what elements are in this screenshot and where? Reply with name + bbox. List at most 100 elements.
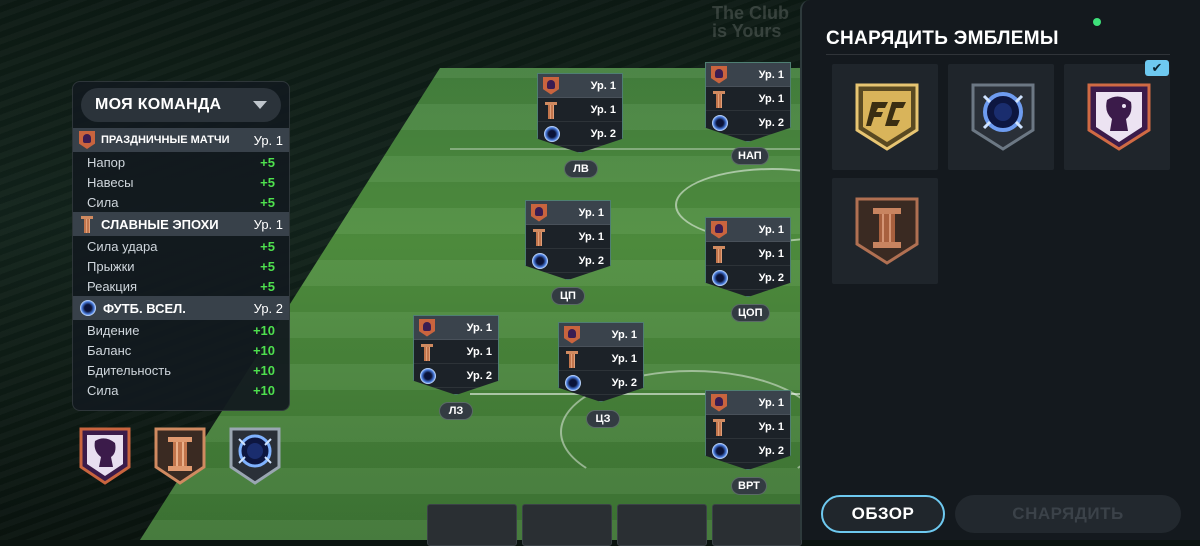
player-chem-row: Ур. 1 [538,98,622,122]
player-card[interactable]: Ур. 1 Ур. 1 Ур. 2 [558,322,644,402]
review-button[interactable]: ОБЗОР [821,495,945,533]
player-chem-level: Ур. 2 [758,271,784,284]
player-chem-row: Ур. 1 [706,63,790,87]
column-icon [531,228,547,246]
player-chem-row: Ур. 1 [559,347,643,371]
player-chem-level: Ур. 2 [611,376,637,389]
panel-title: СНАРЯДИТЬ ЭМБЛЕМЫ [826,28,1059,49]
category-level: Ур. 1 [253,132,283,148]
stat-row: Видение +10 [73,320,289,340]
player-chem-level: Ур. 2 [590,127,616,140]
player-chem-row: Ур. 1 [414,340,498,364]
equipped-emblem-column[interactable] [154,427,206,485]
player-card[interactable]: Ур. 1 Ур. 1 Ур. 2 [537,73,623,153]
selected-check-icon: ✔ [1145,60,1169,76]
player-chem-row: Ур. 1 [526,201,610,225]
stat-name: Навесы [87,174,134,190]
stat-bonus: +10 [252,382,275,398]
premier-league-icon [531,203,547,222]
football-universe-icon [419,367,437,385]
player-chem-level: Ур. 1 [590,103,616,116]
status-dot [1093,18,1101,26]
stat-bonus: +10 [252,342,275,358]
emblem-tile-football-universe[interactable] [948,64,1054,170]
column-icon [855,197,919,265]
stat-name: Прыжки [87,258,135,274]
player-chem-level: Ур. 1 [758,92,784,105]
player-card[interactable]: Ур. 1 Ур. 1 Ур. 2 [525,200,611,280]
player-chem-level: Ур. 2 [578,254,604,267]
player-chem-row: Ур. 2 [706,266,790,290]
equipped-emblem-premier-league[interactable] [79,427,131,485]
stat-bonus: +5 [260,238,275,254]
player-chem-level: Ур. 1 [611,352,637,365]
stat-name: Сила удара [87,238,158,254]
player-card[interactable]: Ур. 1 Ур. 1 Ур. 2 [705,390,791,470]
column-icon [564,350,580,368]
player-chem-level: Ур. 2 [466,369,492,382]
position-label: ЦП [551,287,585,305]
football-universe-icon [531,252,549,270]
football-universe-icon [229,427,281,485]
player-card[interactable]: Ур. 1 Ур. 1 Ур. 2 [413,315,499,395]
stat-bonus: +5 [260,154,275,170]
team-panel-header: МОЯ КОМАНДА [73,82,289,128]
stat-row: Сила +5 [73,192,289,212]
player-chem-row: Ур. 1 [706,87,790,111]
stat-bonus: +5 [260,194,275,210]
stat-name: Видение [87,322,140,338]
divider [826,54,1170,55]
position-label: ЦОП [731,304,770,322]
player-chem-row: Ур. 1 [706,242,790,266]
stat-row: Баланс +10 [73,340,289,360]
category-header: ПРАЗДНИЧНЫЕ МАТЧИ Ур. 1 [73,128,289,152]
player-chem-level: Ур. 1 [758,420,784,433]
position-label: ВРТ [731,477,767,495]
stat-row: Навесы +5 [73,172,289,192]
stat-bonus: +10 [252,362,275,378]
emblem-tile-premier-league[interactable] [1064,64,1170,170]
player-chem-level: Ур. 1 [466,345,492,358]
premier-league-icon [79,427,131,485]
fc-logo-icon [855,83,919,151]
emblem-tile-fc[interactable] [832,64,938,170]
stat-name: Сила [87,194,119,210]
football-universe-icon [711,114,729,132]
football-universe-icon [79,299,97,317]
football-universe-icon [564,374,582,392]
column-icon [154,427,206,485]
player-chem-level: Ур. 1 [758,247,784,260]
equipped-emblem-football-universe[interactable] [229,427,281,485]
player-chem-row: Ур. 1 [414,316,498,340]
category-level: Ур. 1 [253,216,283,232]
player-chem-row: Ур. 2 [559,371,643,395]
stadium-watermark: The Club is Yours [712,3,789,41]
team-selector-dropdown[interactable]: МОЯ КОМАНДА [81,88,281,122]
position-label: НАП [731,147,769,165]
column-icon [711,418,727,436]
category-header: ФУТБ. ВСЕЛ. Ур. 2 [73,296,289,320]
football-universe-icon [543,125,561,143]
player-chem-level: Ур. 1 [758,68,784,81]
premier-league-icon [79,131,95,149]
football-universe-icon [971,83,1035,151]
equip-button[interactable]: СНАРЯДИТЬ [955,495,1181,533]
stat-row: Сила +10 [73,380,289,400]
stat-row: Прыжки +5 [73,256,289,276]
category-header: СЛАВНЫЕ ЭПОХИ Ур. 1 [73,212,289,236]
position-label: ЛВ [564,160,598,178]
emblem-tile-column[interactable] [832,178,938,284]
player-chem-level: Ур. 1 [611,328,637,341]
column-icon [419,343,435,361]
player-chem-row: Ур. 2 [414,364,498,388]
stat-bonus: +5 [260,258,275,274]
stat-name: Бдительность [87,362,171,378]
stat-row: Сила удара +5 [73,236,289,256]
column-icon [543,101,559,119]
player-card[interactable]: Ур. 1 Ур. 1 Ур. 2 [705,62,791,142]
column-icon [711,245,727,263]
player-chem-level: Ур. 1 [578,206,604,219]
player-chem-level: Ур. 1 [466,321,492,334]
premier-league-icon [419,318,435,337]
player-card[interactable]: Ур. 1 Ур. 1 Ур. 2 [705,217,791,297]
